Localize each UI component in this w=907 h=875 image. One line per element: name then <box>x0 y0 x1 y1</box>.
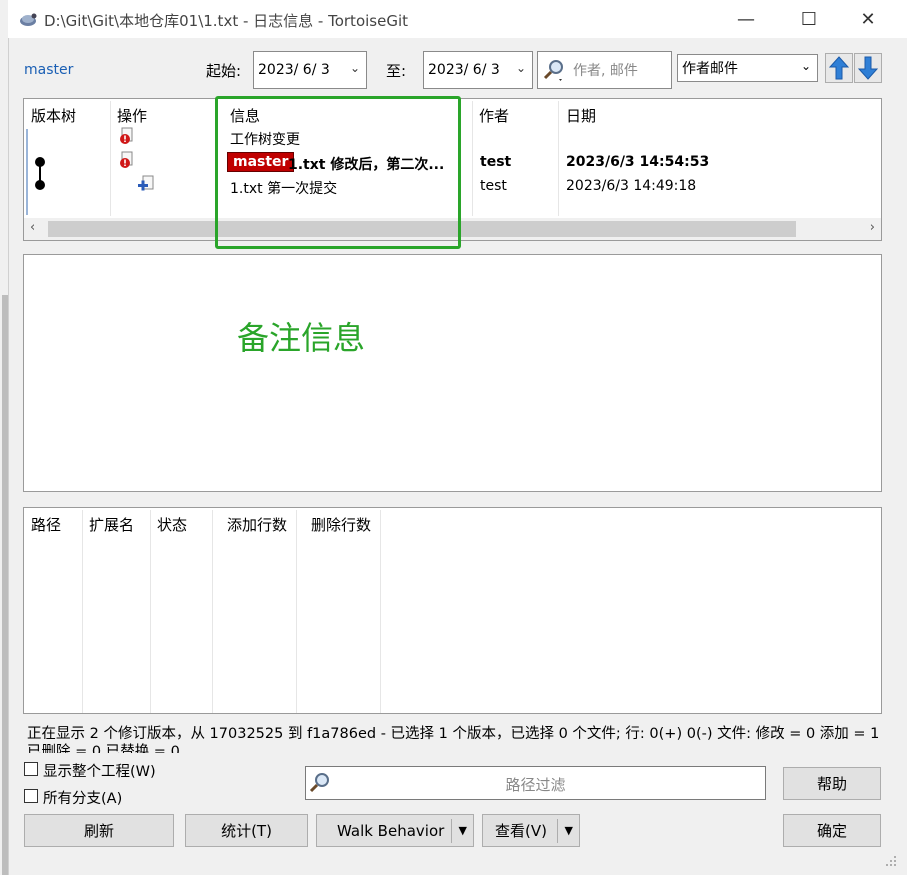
column-header-actions[interactable]: 操作 <box>117 105 147 126</box>
path-filter-placeholder: 路径过滤 <box>505 776 566 794</box>
arrow-down-icon <box>858 56 878 80</box>
status-line-1: 正在显示 2 个修订版本，从 17032525 到 f1a786ed - 已选择… <box>27 726 880 742</box>
dropdown-arrow-icon[interactable]: ▼ <box>459 824 467 837</box>
row-1-author: test <box>480 154 512 170</box>
row-1-date: 2023/6/3 14:54:53 <box>566 154 710 170</box>
all-branches-checkbox[interactable] <box>24 789 38 803</box>
modified-file-icon <box>120 127 133 144</box>
added-file-icon <box>138 175 154 191</box>
column-header-lines-added[interactable]: 添加行数 <box>227 514 287 535</box>
column-header-author[interactable]: 作者 <box>479 105 509 126</box>
scroll-left-icon[interactable]: ‹ <box>30 220 35 235</box>
minimize-button[interactable]: — <box>723 0 769 38</box>
status-line-2: 已删除 = 0 已替换 = 0 <box>27 744 180 753</box>
all-branches-label[interactable]: 所有分支(A) <box>43 787 122 808</box>
resize-grip-icon[interactable] <box>885 855 897 867</box>
row-2-date: 2023/6/3 14:49:18 <box>566 178 697 194</box>
search-input[interactable]: 作者, 邮件 <box>537 51 672 89</box>
search-field-value: 作者邮件 <box>682 61 738 77</box>
view-button[interactable]: 查看(V) ▼ <box>482 814 580 847</box>
commit-message-pane[interactable] <box>23 254 882 492</box>
row-2-author: test <box>480 178 507 194</box>
chevron-down-icon: ⌄ <box>800 59 811 73</box>
chevron-down-icon: ⌄ <box>515 61 526 75</box>
revision-graph <box>35 157 45 190</box>
walk-behavior-button[interactable]: Walk Behavior ▼ <box>316 814 474 847</box>
view-label: 查看(V) <box>495 822 547 840</box>
status-text: 正在显示 2 个修订版本，从 17032525 到 f1a786ed - 已选择… <box>27 725 882 753</box>
column-header-extension[interactable]: 扩展名 <box>89 514 134 535</box>
path-filter-input[interactable]: 路径过滤 <box>305 766 766 800</box>
window-title: D:\Git\Git\本地仓库01\1.txt - 日志信息 - Tortois… <box>44 12 408 30</box>
statistics-button[interactable]: 统计(T) <box>185 814 308 847</box>
desktop-left-edge <box>0 0 8 875</box>
scroll-right-icon[interactable]: › <box>870 220 875 235</box>
close-button[interactable]: ✕ <box>845 0 891 38</box>
maximize-button[interactable]: ☐ <box>786 0 832 38</box>
changed-files-list[interactable]: 路径 扩展名 状态 添加行数 删除行数 <box>23 507 882 714</box>
annotation-label: 备注信息 <box>237 319 366 357</box>
column-header-date[interactable]: 日期 <box>566 105 596 126</box>
highlight-box-message-column <box>215 96 461 249</box>
show-whole-project-checkbox[interactable] <box>24 762 38 776</box>
branch-link[interactable]: master <box>24 62 73 78</box>
arrow-up-icon <box>829 56 849 80</box>
column-header-path[interactable]: 路径 <box>31 514 61 535</box>
to-label: 至: <box>386 62 407 80</box>
dropdown-arrow-icon[interactable]: ▼ <box>565 824 573 837</box>
from-label: 起始: <box>206 62 242 80</box>
modified-file-icon <box>120 151 133 168</box>
to-date-picker[interactable]: 2023/ 6/ 3 ⌄ <box>423 51 533 89</box>
ok-button[interactable]: 确定 <box>783 814 881 847</box>
help-button[interactable]: 帮助 <box>783 767 881 800</box>
search-icon <box>543 60 563 81</box>
next-button[interactable] <box>854 53 882 83</box>
search-field-select[interactable]: 作者邮件 ⌄ <box>677 54 818 82</box>
tortoisegit-app-icon <box>20 13 37 26</box>
from-date-value: 2023/ 6/ 3 <box>258 62 330 78</box>
from-date-picker[interactable]: 2023/ 6/ 3 ⌄ <box>253 51 367 89</box>
to-date-value: 2023/ 6/ 3 <box>428 62 500 78</box>
column-header-status[interactable]: 状态 <box>157 514 187 535</box>
column-header-graph[interactable]: 版本树 <box>31 105 76 126</box>
walk-behavior-label: Walk Behavior <box>337 821 445 840</box>
column-header-lines-removed[interactable]: 删除行数 <box>311 514 371 535</box>
search-placeholder: 作者, 邮件 <box>573 63 638 79</box>
refresh-button[interactable]: 刷新 <box>24 814 174 847</box>
chevron-down-icon: ⌄ <box>349 61 360 75</box>
previous-button[interactable] <box>825 53 853 83</box>
show-whole-project-label[interactable]: 显示整个工程(W) <box>43 760 156 781</box>
